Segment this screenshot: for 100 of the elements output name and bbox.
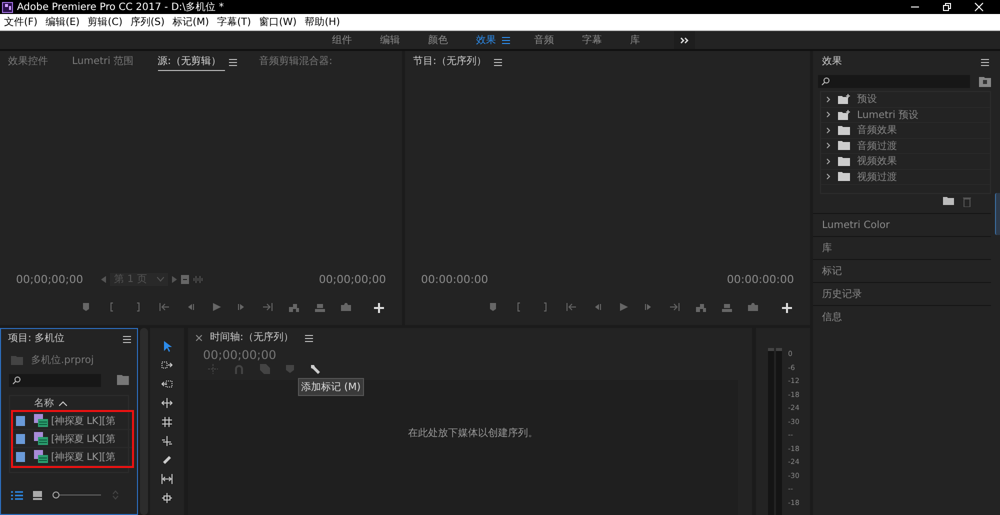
go-to-out-icon[interactable]: [262, 301, 274, 313]
menu-item[interactable]: 文件(F): [4, 15, 38, 29]
effects-tree-item[interactable]: 音频过渡: [821, 138, 990, 154]
rate-stretch-tool[interactable]: [161, 416, 173, 428]
new-bin-icon[interactable]: [117, 375, 129, 385]
tooltip: 添加标记 (M): [298, 378, 364, 396]
slide-tool[interactable]: [161, 492, 173, 504]
add-icon[interactable]: [782, 303, 792, 313]
panel-title: 效果: [822, 54, 843, 68]
menu-item[interactable]: 窗口(W): [259, 15, 297, 29]
ripple-edit-tool[interactable]: [161, 378, 173, 390]
panel-tab[interactable]: 效果控件: [8, 54, 58, 70]
panel-tab[interactable]: 音频剪辑混合器:: [259, 54, 342, 70]
add-icon[interactable]: [374, 303, 384, 313]
nest-icon[interactable]: [208, 364, 218, 374]
menu-item[interactable]: 帮助(H): [304, 15, 340, 29]
panel-section-header[interactable]: 库: [813, 236, 991, 259]
project-item[interactable]: [神探夏 LK][第: [13, 448, 132, 466]
folder-icon: [838, 172, 850, 182]
panel-section-header[interactable]: 信息: [813, 305, 991, 328]
panel-menu-icon[interactable]: [494, 58, 502, 66]
wrench-icon[interactable]: [310, 364, 321, 374]
folder-icon: [838, 126, 850, 135]
workspace-tab[interactable]: 库: [616, 33, 654, 47]
menu-item[interactable]: 字幕(T): [217, 15, 251, 29]
play-icon[interactable]: [210, 301, 222, 313]
expand-icon[interactable]: [826, 111, 831, 118]
effects-tree-item[interactable]: 预设: [821, 92, 990, 108]
workspace-tab[interactable]: 音频: [520, 33, 568, 47]
snap-icon[interactable]: [234, 364, 244, 374]
list-view-icon[interactable]: [11, 490, 23, 500]
marker-icon[interactable]: [286, 364, 294, 374]
project-item[interactable]: [神探夏 LK][第: [13, 430, 132, 448]
menu-item[interactable]: 序列(S): [130, 15, 165, 29]
collapse-icon[interactable]: [181, 274, 190, 284]
expand-icon[interactable]: [826, 126, 831, 134]
panel-tab[interactable]: 源:（无剪辑）: [158, 54, 225, 70]
menu-item[interactable]: 标记(M): [172, 15, 210, 29]
sort-order-icon[interactable]: [112, 490, 119, 500]
go-to-in-icon[interactable]: [564, 301, 576, 313]
insert-icon[interactable]: [288, 301, 300, 313]
workspace-tab[interactable]: 字幕: [568, 33, 616, 47]
panel-menu-icon[interactable]: [981, 58, 989, 66]
restore-icon[interactable]: [942, 2, 952, 12]
effects-tree-item[interactable]: 音频效果: [821, 123, 990, 138]
panel-tab[interactable]: Lumetri 范围: [72, 54, 144, 70]
panel-menu-icon[interactable]: [229, 58, 237, 66]
rolling-edit-tool[interactable]: [161, 397, 173, 409]
icon-view-icon[interactable]: [33, 490, 42, 500]
chevron-icon: [157, 276, 164, 282]
search-field[interactable]: [818, 74, 970, 88]
expand-icon[interactable]: [826, 142, 831, 150]
workspace-tab[interactable]: 编辑: [366, 33, 414, 47]
menu-item[interactable]: 编辑(E): [46, 15, 80, 29]
workspace-tab[interactable]: 效果: [462, 33, 502, 47]
go-to-out-icon[interactable]: [668, 301, 680, 313]
overwrite-icon[interactable]: [314, 301, 326, 313]
overflow-icon[interactable]: [680, 36, 689, 44]
new-bin-icon[interactable]: [943, 197, 954, 205]
expand-icon[interactable]: [826, 96, 831, 103]
insert-icon[interactable]: [694, 301, 706, 313]
expand-icon[interactable]: [826, 173, 831, 180]
workspace-tab[interactable]: 颜色: [414, 33, 462, 47]
column-header[interactable]: 名称: [34, 396, 54, 410]
window-title: Adobe Premiere Pro CC 2017 - D:\多机位 *: [17, 0, 224, 14]
delete-icon[interactable]: [963, 197, 971, 207]
track-select-tool[interactable]: [161, 359, 173, 371]
panel-section-header[interactable]: 标记: [813, 259, 991, 282]
panel-section-header[interactable]: 历史记录: [813, 282, 991, 305]
panel-section-header[interactable]: Lumetri Color: [813, 213, 991, 236]
expand-icon[interactable]: [826, 158, 831, 165]
slip-tool[interactable]: [161, 435, 173, 447]
camera-icon[interactable]: [746, 301, 758, 313]
effects-tree-item[interactable]: 视频过渡: [821, 170, 990, 185]
preset-folder-icon: [838, 110, 850, 120]
effects-tree-item[interactable]: 视频效果: [821, 154, 990, 170]
camera-icon[interactable]: [340, 301, 352, 313]
waveform-icon[interactable]: [193, 276, 204, 282]
slip-clip-tool[interactable]: [161, 473, 173, 485]
sort-icon: [59, 400, 67, 406]
go-to-in-icon[interactable]: [158, 301, 170, 313]
razor-tool[interactable]: [161, 454, 173, 466]
drop-hint: 在此处放下媒体以创建序列。: [408, 426, 538, 440]
menu-icon[interactable]: [502, 36, 510, 44]
selection-tool[interactable]: [161, 340, 173, 352]
previous-icon[interactable]: [101, 276, 106, 282]
effects-tree-item[interactable]: Lumetri 预设: [821, 108, 990, 123]
workspace-tab[interactable]: 组件: [318, 33, 366, 47]
project-item[interactable]: [神探夏 LK][第: [13, 412, 132, 430]
panel-menu-icon[interactable]: [123, 336, 131, 342]
menu-item[interactable]: 剪辑(C): [88, 15, 122, 29]
timecode: 00;00;00;00: [16, 272, 84, 286]
panel-menu-icon[interactable]: [305, 334, 314, 342]
marker-icon[interactable]: [80, 301, 92, 313]
zoom-slider[interactable]: [52, 491, 102, 499]
next-icon[interactable]: [172, 276, 178, 282]
timecode: 00:00:00:00: [726, 272, 794, 286]
search-field[interactable]: [9, 374, 102, 386]
new-preset-bin-icon[interactable]: [979, 76, 991, 86]
overwrite-icon[interactable]: [720, 301, 732, 313]
